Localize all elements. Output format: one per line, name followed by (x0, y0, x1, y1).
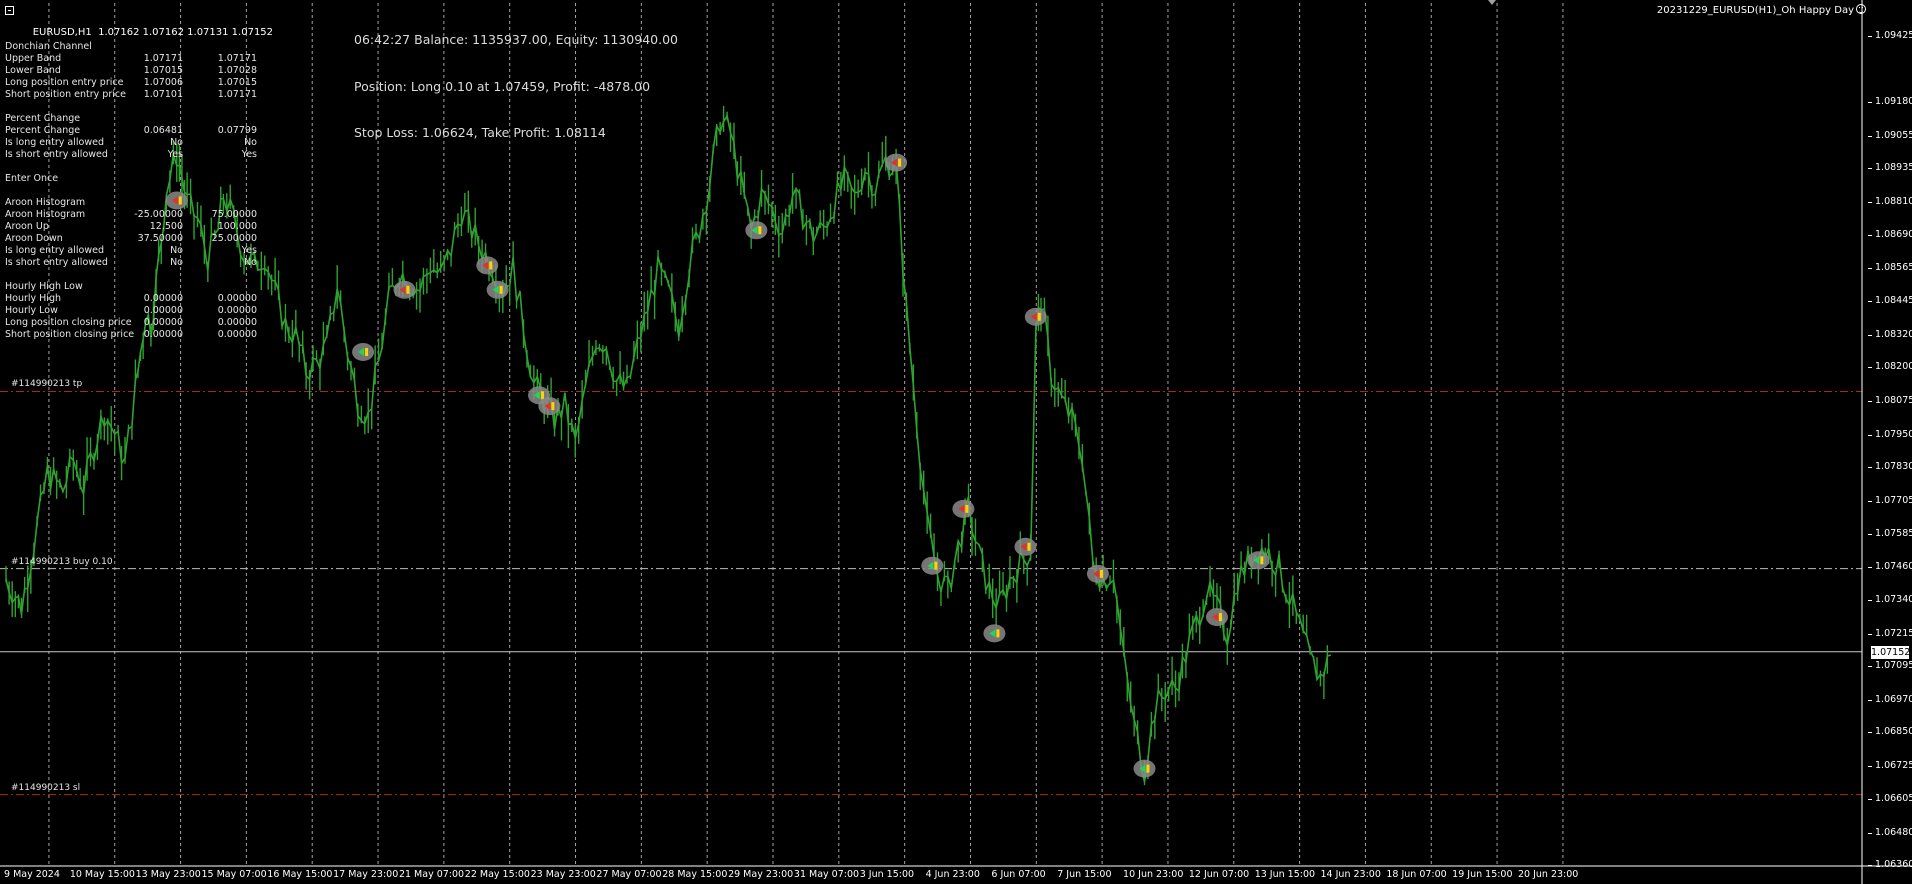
price-tick-label: 1.08200 (1867, 361, 1912, 372)
price-tick-label: 1.09180 (1867, 96, 1912, 107)
price-tick-label: 1.07585 (1867, 528, 1912, 539)
sell-marker (393, 280, 416, 299)
sell-marker (538, 397, 561, 416)
price-tick-label: 1.06725 (1867, 760, 1912, 771)
time-tick-label: 13 May 23:00 (135, 869, 201, 880)
price-tick-label: 1.06605 (1867, 793, 1912, 804)
buy-marker (1247, 551, 1270, 570)
time-tick-label: 10 Jun 23:00 (1123, 869, 1184, 880)
price-series-line (5, 113, 1332, 783)
time-tick-label: 29 May 23:00 (728, 869, 794, 880)
sell-marker (1205, 608, 1228, 627)
shift-marker-icon (1488, 0, 1496, 5)
time-tick-label: 15 May 07:00 (201, 869, 267, 880)
price-tick-label: 1.06360 (1867, 859, 1912, 870)
time-tick-label: 10 May 15:00 (69, 869, 135, 880)
time-tick-label: 3 Jun 15:00 (859, 869, 915, 880)
price-tick-label: 1.07215 (1867, 628, 1912, 639)
time-tick-label: 16 May 15:00 (267, 869, 333, 880)
sell-marker (1086, 564, 1109, 583)
order-line-label: #114990213 tp (11, 379, 83, 390)
time-tick-label: 12 Jun 07:00 (1188, 869, 1250, 880)
price-tick-label: 1.09055 (1867, 130, 1912, 141)
sell-marker (885, 153, 908, 172)
buy-marker (921, 556, 944, 575)
buy-marker (1133, 759, 1156, 778)
time-tick-label: 20 Jun 23:00 (1518, 869, 1579, 880)
time-tick-label: 31 May 07:00 (793, 869, 860, 880)
time-tick-label: 14 Jun 23:00 (1320, 869, 1381, 880)
price-tick-label: 1.07460 (1867, 561, 1912, 572)
time-tick-label: 17 May 23:00 (333, 869, 399, 880)
order-line-label: #114990213 sl (11, 782, 81, 793)
price-tick-label: 1.08565 (1867, 262, 1912, 273)
price-tick-label: 1.07705 (1867, 495, 1912, 506)
time-tick-label: 28 May 15:00 (662, 869, 728, 880)
price-tick-label: 1.06850 (1867, 726, 1912, 737)
time-tick-label: 13 Jun 15:00 (1254, 869, 1316, 880)
price-tick-label: 1.09425 (1867, 30, 1912, 41)
sell-marker (1024, 307, 1047, 326)
price-tick-label: 1.06480 (1867, 827, 1912, 838)
time-tick-label: 21 May 07:00 (398, 869, 465, 880)
price-tick-label: 1.08445 (1867, 295, 1912, 306)
time-tick-label: 22 May 15:00 (464, 869, 530, 880)
time-tick-label: 27 May 07:00 (596, 869, 662, 880)
time-tick-label: 4 Jun 23:00 (925, 869, 980, 880)
time-tick-label: 6 Jun 07:00 (991, 869, 1046, 880)
buy-marker (983, 624, 1006, 643)
price-tick-label: 1.07340 (1867, 594, 1912, 605)
chart-window[interactable]: EURUSD,H1 1.07162 1.07162 1.07131 1.0715… (0, 0, 1912, 884)
time-tick-label: 23 May 23:00 (530, 869, 596, 880)
price-tick-label: 1.08935 (1867, 162, 1912, 173)
price-chart[interactable] (0, 0, 1912, 884)
buy-marker (352, 342, 375, 361)
price-tick-label: 1.08810 (1867, 196, 1912, 207)
sell-marker (165, 191, 188, 210)
time-tick-label: 19 Jun 15:00 (1452, 869, 1513, 880)
time-tick-label: 18 Jun 07:00 (1386, 869, 1447, 880)
sell-marker (476, 256, 499, 275)
sell-marker (1014, 537, 1037, 556)
price-tick-label: 1.07950 (1867, 429, 1912, 440)
smiley-icon[interactable] (1856, 4, 1866, 14)
price-tick-label: 1.08690 (1867, 229, 1912, 240)
time-tick-label: 7 Jun 15:00 (1057, 869, 1112, 880)
time-tick-label: 9 May 2024 (4, 869, 60, 880)
current-price-marker: 1.07152 (1871, 645, 1911, 659)
price-tick-label: 1.08320 (1867, 329, 1912, 340)
buy-marker (486, 280, 509, 299)
buy-marker (745, 221, 768, 240)
price-tick-label: 1.07095 (1867, 660, 1912, 671)
price-tick-label: 1.08075 (1867, 395, 1912, 406)
sell-marker (952, 499, 975, 518)
price-tick-label: 1.07830 (1867, 461, 1912, 472)
price-tick-label: 1.06970 (1867, 694, 1912, 705)
order-line-label: #114990213 buy 0.10 (11, 556, 113, 567)
